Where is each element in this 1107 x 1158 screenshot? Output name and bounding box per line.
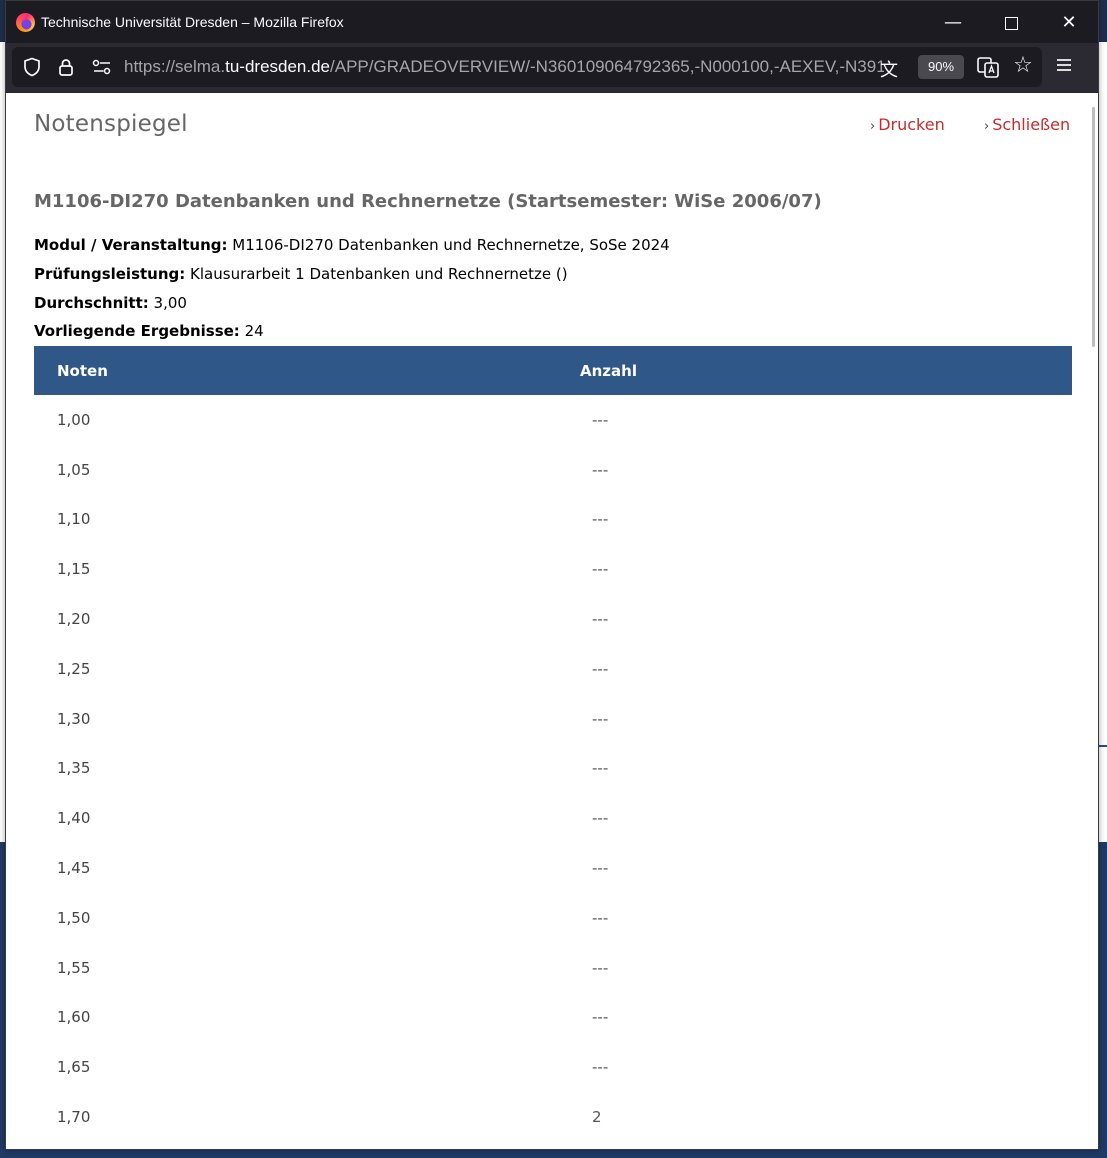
table-header-row: Noten Anzahl — [34, 346, 1072, 395]
table-row: 1,15 --- — [34, 544, 1072, 594]
table-row: 1,05 --- — [34, 445, 1072, 495]
count-cell: --- — [592, 958, 609, 977]
grade-cell: 1,70 — [57, 1108, 91, 1127]
table-row: 1,10 --- — [34, 495, 1072, 545]
maximize-button[interactable] — [988, 1, 1034, 45]
grade-cell: 1,35 — [57, 759, 91, 778]
page-content: Notenspiegel › Drucken › Schließen M1106-D… — [6, 93, 1098, 1149]
table-row: 1,50 --- — [34, 893, 1072, 943]
count-cell: --- — [592, 659, 609, 678]
grade-cell: 1,20 — [57, 610, 91, 629]
url-path: /APP/GRADEOVERVIEW/-N360109064792365,-N0… — [330, 57, 884, 76]
translate-icon[interactable]: 文 — [880, 56, 904, 81]
firefox-logo-icon — [16, 13, 35, 32]
table-row: 1,20 --- — [34, 594, 1072, 644]
table-row: 1,40 --- — [34, 793, 1072, 843]
close-window-button[interactable]: ✕ — [1046, 1, 1092, 45]
table-row: 1,60 --- — [34, 993, 1072, 1043]
count-cell: --- — [592, 460, 609, 479]
table-row: 1,55 --- — [34, 943, 1072, 993]
table-row: 1,35 --- — [34, 744, 1072, 794]
count-cell: --- — [592, 908, 609, 927]
page-translate-icon[interactable] — [976, 55, 1000, 79]
info-modul: Modul / Veranstaltung: M1106-DI270 Daten… — [34, 236, 670, 254]
navigation-bar: https://selma.tu-dresden.de/APP/GRADEOVE… — [6, 43, 1098, 93]
grade-cell: 1,65 — [57, 1058, 91, 1077]
maximize-icon — [1004, 16, 1018, 30]
permissions-icon[interactable] — [91, 57, 113, 77]
info-ergebnisse: Vorliegende Ergebnisse: 24 — [34, 322, 264, 340]
count-cell: --- — [592, 410, 609, 429]
table-row: 1,45 --- — [34, 843, 1072, 893]
title-bar: Technische Universität Dresden – Mozilla… — [6, 1, 1098, 45]
count-cell: --- — [592, 560, 609, 579]
print-link-label: Drucken — [878, 115, 945, 134]
table-row: 1,30 --- — [34, 694, 1072, 744]
table-row: 1,00 --- — [34, 395, 1072, 445]
count-cell: --- — [592, 759, 609, 778]
background-divider — [1099, 745, 1107, 747]
grade-cell: 1,45 — [57, 859, 91, 878]
info-pruefung: Prüfungsleistung: Klausurarbeit 1 Datenb… — [34, 265, 568, 283]
info-label: Modul / Veranstaltung: — [34, 236, 228, 254]
grade-cell: 1,15 — [57, 560, 91, 579]
count-cell: --- — [592, 510, 609, 529]
zoom-level-button[interactable]: 90% — [918, 55, 964, 79]
info-durchschnitt: Durchschnitt: 3,00 — [34, 294, 187, 312]
count-cell: --- — [592, 709, 609, 728]
column-header-anzahl: Anzahl — [580, 361, 637, 380]
info-value: 3,00 — [148, 294, 187, 312]
url-prefix: https://selma. — [124, 57, 226, 76]
table-row: 1,65 --- — [34, 1042, 1072, 1092]
count-cell: --- — [592, 809, 609, 828]
window-title: Technische Universität Dresden – Mozilla… — [41, 14, 344, 30]
grade-cell: 1,10 — [57, 510, 91, 529]
grade-cell: 1,60 — [57, 1008, 91, 1027]
count-cell: --- — [592, 610, 609, 629]
print-link[interactable]: › Drucken — [870, 115, 945, 134]
count-cell: --- — [592, 1058, 609, 1077]
scrollbar[interactable] — [1092, 107, 1095, 347]
tracking-protection-shield-icon[interactable] — [22, 57, 42, 77]
page-title: Notenspiegel — [34, 111, 188, 137]
info-label: Prüfungsleistung: — [34, 265, 186, 283]
grade-cell: 1,00 — [57, 410, 91, 429]
chevron-right-icon: › — [984, 119, 990, 134]
info-label: Durchschnitt: — [34, 294, 149, 312]
lock-icon[interactable] — [56, 57, 76, 77]
table-row: 1,70 2 — [34, 1092, 1072, 1142]
info-value: M1106-DI270 Datenbanken und Rechnernetze… — [227, 236, 670, 254]
url-bar[interactable]: https://selma.tu-dresden.de/APP/GRADEOVE… — [12, 47, 1042, 87]
grade-cell: 1,40 — [57, 809, 91, 828]
minimize-button[interactable]: — — [930, 1, 976, 45]
table-row: 1,25 --- — [34, 644, 1072, 694]
close-link-label: Schließen — [992, 115, 1071, 134]
column-header-noten: Noten — [57, 361, 108, 380]
grade-table: Noten Anzahl 1,00 --- 1,05 --- 1,10 --- 1,1… — [34, 346, 1072, 1142]
count-cell: --- — [592, 1008, 609, 1027]
grade-cell: 1,50 — [57, 908, 91, 927]
info-label: Vorliegende Ergebnisse: — [34, 322, 240, 340]
grade-cell: 1,25 — [57, 659, 91, 678]
module-title: M1106-DI270 Datenbanken und Rechnernetze… — [34, 191, 822, 212]
url-text[interactable]: https://selma.tu-dresden.de/APP/GRADEOVE… — [124, 57, 884, 79]
grade-cell: 1,05 — [57, 460, 91, 479]
close-link[interactable]: › Schließen — [984, 115, 1070, 134]
bookmark-star-icon[interactable]: ☆ — [1010, 53, 1036, 79]
count-cell: 2 — [592, 1108, 602, 1127]
hamburger-menu-icon[interactable] — [1054, 55, 1074, 75]
chevron-right-icon: › — [870, 119, 876, 134]
info-value: 24 — [239, 322, 264, 340]
browser-window: Technische Universität Dresden – Mozilla… — [5, 0, 1099, 1150]
count-cell: --- — [592, 859, 609, 878]
info-value: Klausurarbeit 1 Datenbanken und Rechnern… — [185, 265, 568, 283]
grade-cell: 1,30 — [57, 709, 91, 728]
url-host: tu-dresden.de — [225, 57, 331, 76]
grade-cell: 1,55 — [57, 958, 91, 977]
